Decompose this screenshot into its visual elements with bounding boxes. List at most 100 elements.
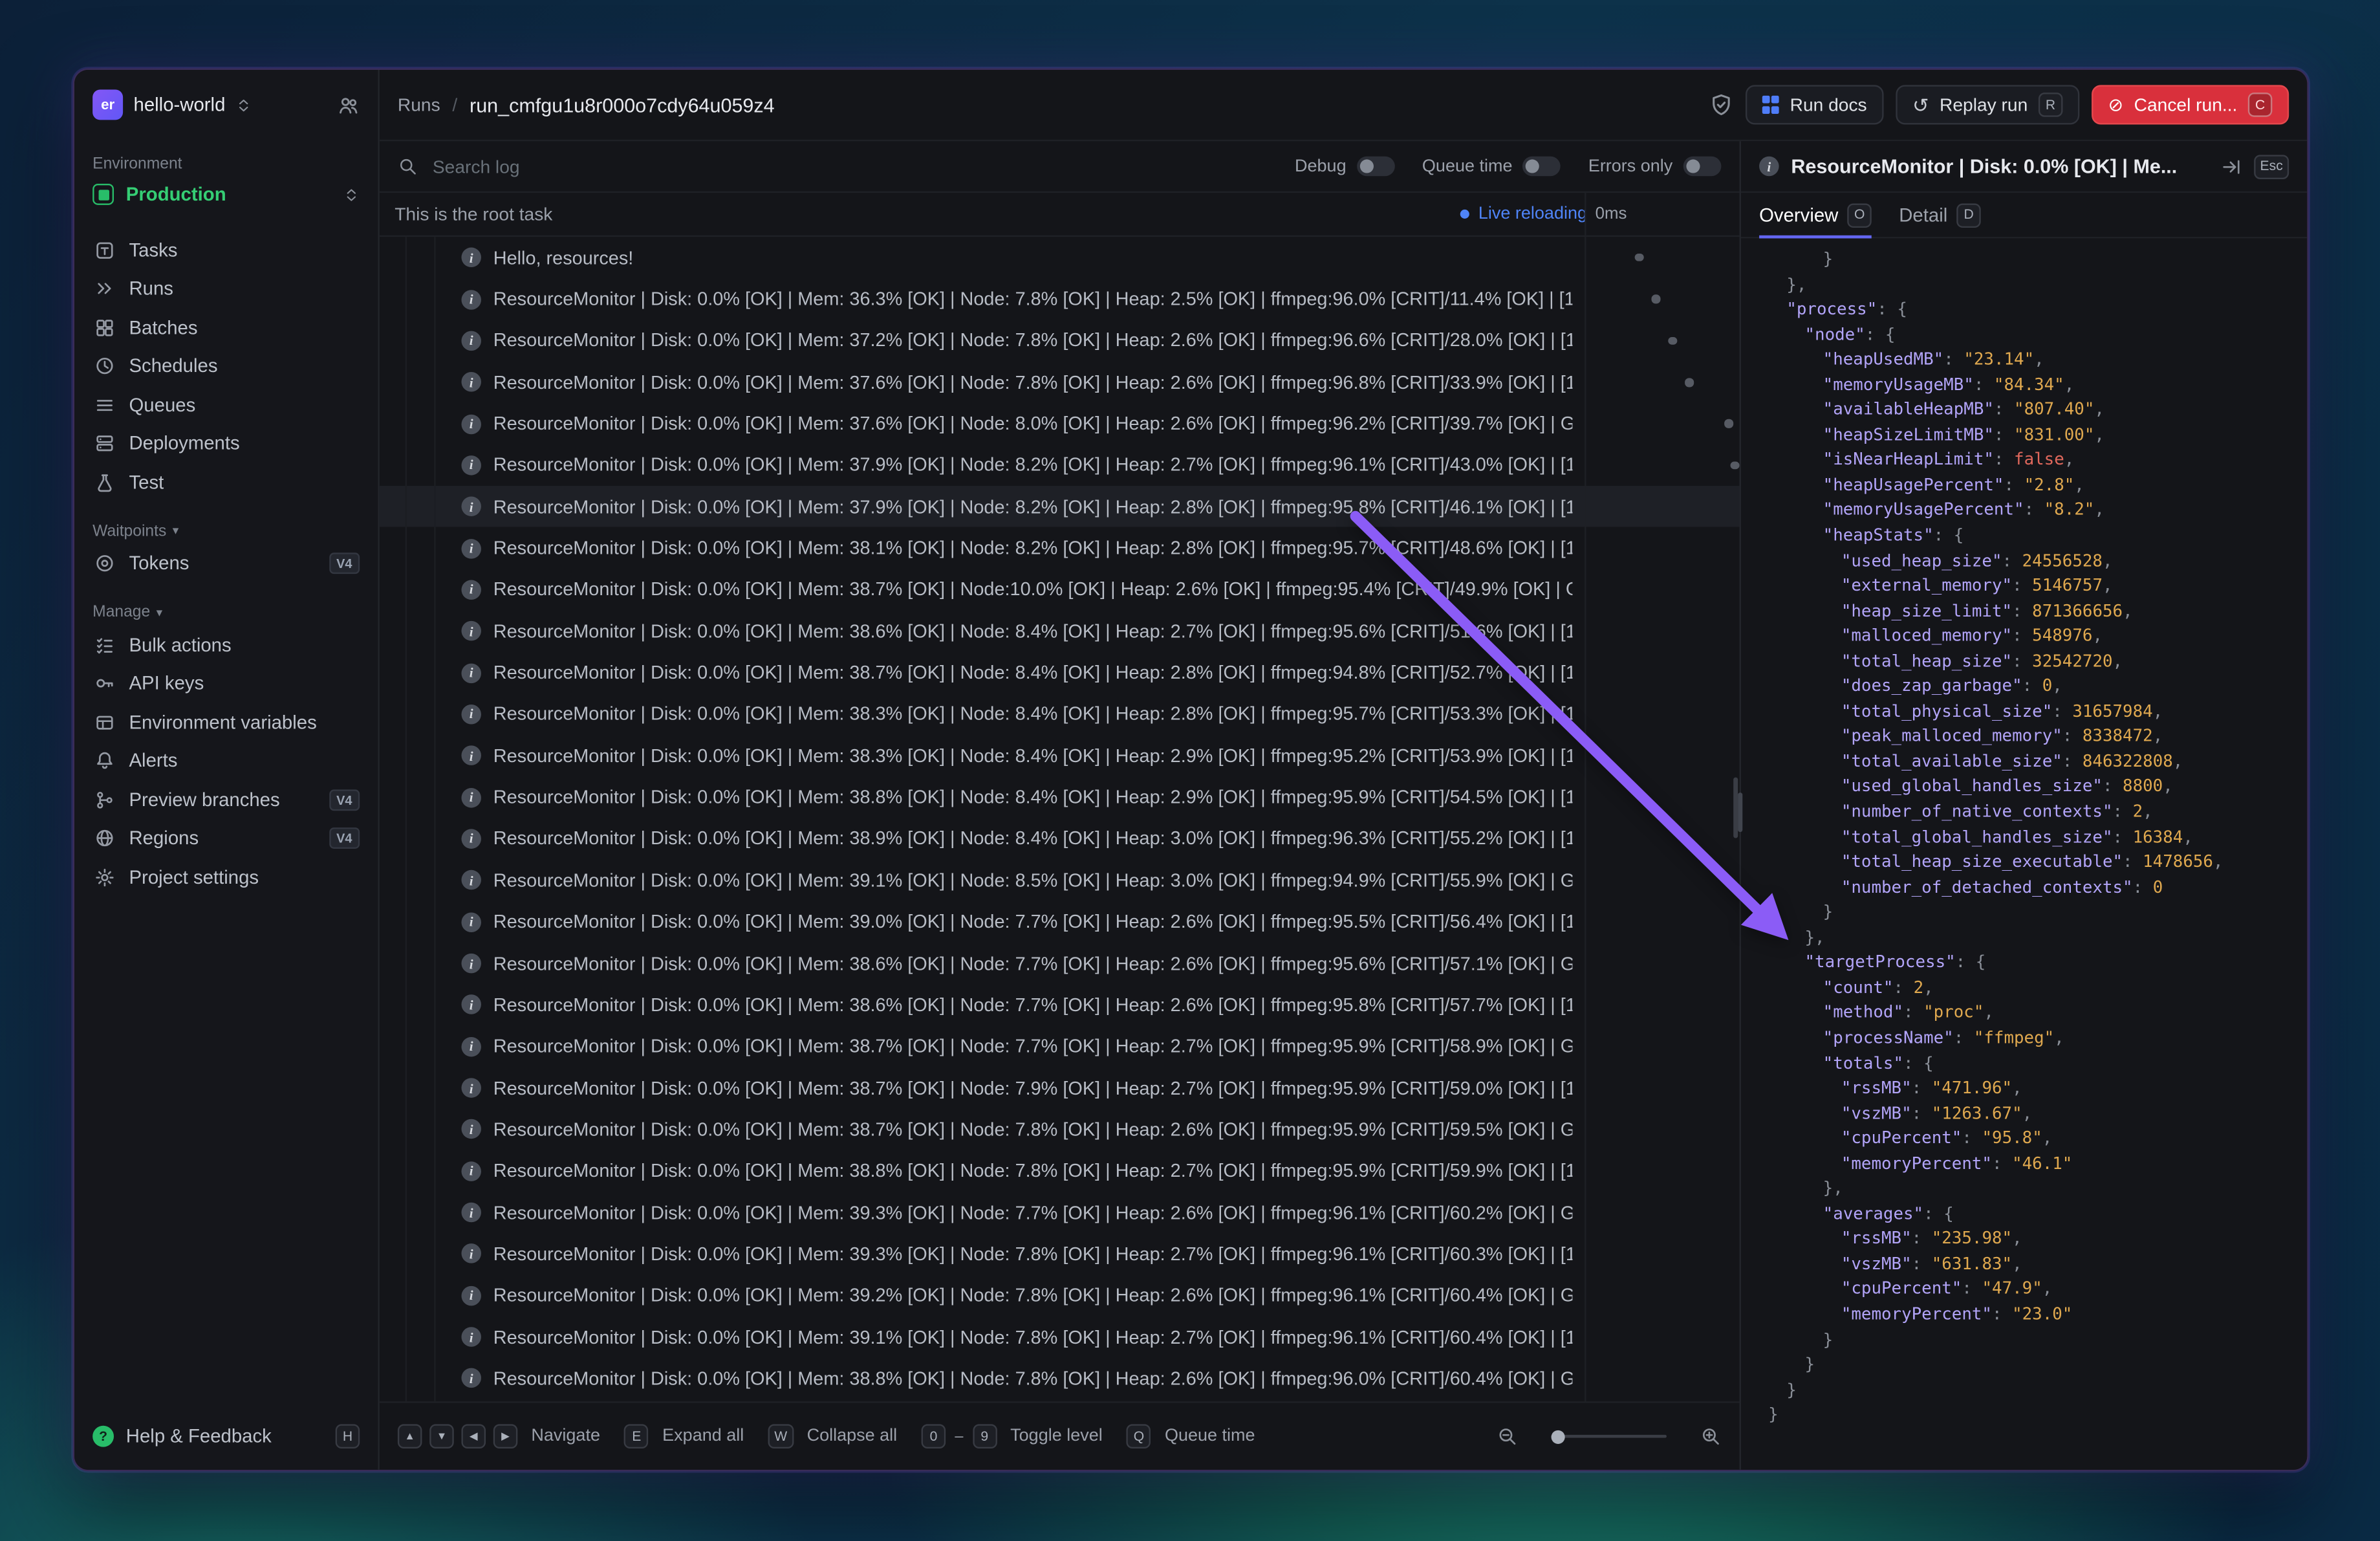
json-punct: , <box>2173 752 2183 772</box>
json-key: "used_global_handles_size" <box>1841 776 2103 796</box>
toolbar-shortcut-toggle-level[interactable]: 0–9Toggle level <box>922 1424 1103 1448</box>
log-row[interactable]: iResourceMonitor | Disk: 0.0% [OK] | Mem… <box>380 1233 1740 1274</box>
keycap-esc[interactable]: Esc <box>2254 154 2289 179</box>
log-row[interactable]: iResourceMonitor | Disk: 0.0% [OK] | Mem… <box>380 860 1740 901</box>
goto-detail-icon[interactable] <box>2221 156 2242 177</box>
docs-grid-icon <box>1762 96 1779 113</box>
log-row[interactable]: iResourceMonitor | Disk: 0.0% [OK] | Mem… <box>380 527 1740 569</box>
sidebar-item-schedules[interactable]: Schedules <box>74 347 378 386</box>
timeline-dot <box>1668 336 1676 345</box>
log-row[interactable]: iResourceMonitor | Disk: 0.0% [OK] | Mem… <box>380 362 1740 403</box>
json-colon: : <box>1923 1204 1943 1224</box>
panel-resize-handle[interactable] <box>1738 792 1742 832</box>
zoom-slider-knob[interactable] <box>1552 1430 1565 1443</box>
help-feedback[interactable]: ? Help & Feedback H <box>74 1403 378 1470</box>
live-reloading-indicator[interactable]: Live reloading <box>1460 205 1587 223</box>
log-row[interactable]: iResourceMonitor | Disk: 0.0% [OK] | Mem… <box>380 1025 1740 1067</box>
log-row[interactable]: iResourceMonitor | Disk: 0.0% [OK] | Mem… <box>380 735 1740 776</box>
sidebar-item-queues[interactable]: Queues <box>74 386 378 424</box>
toggle-switch[interactable] <box>1357 157 1395 177</box>
log-row[interactable]: iResourceMonitor | Disk: 0.0% [OK] | Mem… <box>380 984 1740 1025</box>
log-row[interactable]: iResourceMonitor | Disk: 0.0% [OK] | Mem… <box>380 1150 1740 1192</box>
environment-selector[interactable]: Production <box>74 176 378 212</box>
sidebar-item-tasks[interactable]: Tasks <box>74 231 378 270</box>
toggle-queue-time[interactable]: Queue time <box>1422 157 1561 177</box>
keycap-detail: D <box>1956 202 1981 227</box>
tab-overview[interactable]: Overview O <box>1759 193 1872 237</box>
log-row[interactable]: iResourceMonitor | Disk: 0.0% [OK] | Mem… <box>380 1192 1740 1233</box>
log-row[interactable]: iResourceMonitor | Disk: 0.0% [OK] | Mem… <box>380 901 1740 943</box>
manage-section-header[interactable]: Manage ▾ <box>92 603 360 621</box>
sidebar-item-environment-variables[interactable]: Environment variables <box>74 703 378 742</box>
log-row[interactable]: iResourceMonitor | Disk: 0.0% [OK] | Mem… <box>380 569 1740 611</box>
replay-run-button[interactable]: ↺ Replay run R <box>1896 85 2079 124</box>
json-key: "heap_size_limit" <box>1841 601 2012 621</box>
json-colon: : <box>1903 1053 1923 1073</box>
log-row[interactable]: iResourceMonitor | Disk: 0.0% [OK] | Mem… <box>380 403 1740 444</box>
info-icon: i <box>1759 157 1779 177</box>
run-docs-button[interactable]: Run docs <box>1745 85 1883 124</box>
json-viewer[interactable]: }},"process": {"node": {"heapUsedMB": "2… <box>1741 238 2307 1469</box>
log-row[interactable]: iResourceMonitor | Disk: 0.0% [OK] | Mem… <box>380 818 1740 860</box>
sidebar-item-regions[interactable]: RegionsV4 <box>74 819 378 858</box>
log-row[interactable]: iResourceMonitor | Disk: 0.0% [OK] | Mem… <box>380 1317 1740 1358</box>
log-row[interactable]: iResourceMonitor | Disk: 0.0% [OK] | Mem… <box>380 776 1740 818</box>
log-row[interactable]: iResourceMonitor | Disk: 0.0% [OK] | Mem… <box>380 278 1740 320</box>
toolbar-shortcut-collapse-all[interactable]: WCollapse all <box>768 1424 897 1448</box>
toggle-debug[interactable]: Debug <box>1295 157 1395 177</box>
zoom-slider[interactable] <box>1552 1435 1667 1438</box>
project-switcher[interactable]: er hello-world <box>74 70 378 140</box>
log-row[interactable]: iResourceMonitor | Disk: 0.0% [OK] | Mem… <box>380 320 1740 361</box>
sidebar-item-tokens[interactable]: TokensV4 <box>74 544 378 583</box>
json-key: "count" <box>1823 978 1894 998</box>
sidebar-item-runs[interactable]: Runs <box>74 270 378 309</box>
log-row[interactable]: iResourceMonitor | Disk: 0.0% [OK] | Mem… <box>380 486 1740 527</box>
sidebar-item-api-keys[interactable]: API keys <box>74 664 378 703</box>
sidebar-item-label: Batches <box>129 317 197 338</box>
sidebar-item-batches[interactable]: Batches <box>74 308 378 347</box>
json-line: }, <box>1768 272 2307 298</box>
json-line: }, <box>1768 1177 2307 1202</box>
log-row[interactable]: iHello, resources! <box>380 237 1740 278</box>
toolbar-shortcut-queue-time[interactable]: QQueue time <box>1127 1424 1255 1448</box>
json-colon: : <box>2012 601 2032 621</box>
json-key: "memoryUsageMB" <box>1823 375 1974 395</box>
search-input[interactable] <box>429 154 830 179</box>
log-row[interactable]: iResourceMonitor | Disk: 0.0% [OK] | Mem… <box>380 694 1740 735</box>
sidebar-item-test[interactable]: Test <box>74 463 378 502</box>
root-task-label[interactable]: This is the root task <box>395 203 552 224</box>
cancel-run-button[interactable]: ⊘ Cancel run... C <box>2092 85 2289 124</box>
zoom-in-icon[interactable] <box>1700 1426 1722 1447</box>
json-line: "memoryUsagePercent": "8.2", <box>1768 499 2307 524</box>
log-row[interactable]: iResourceMonitor | Disk: 0.0% [OK] | Mem… <box>380 1067 1740 1109</box>
log-row[interactable]: iResourceMonitor | Disk: 0.0% [OK] | Mem… <box>380 444 1740 486</box>
sidebar-item-alerts[interactable]: Alerts <box>74 741 378 780</box>
tokens-icon <box>92 552 115 575</box>
toolbar-shortcut-navigate[interactable]: ▲▼◀▶Navigate <box>398 1424 600 1448</box>
log-row[interactable]: iResourceMonitor | Disk: 0.0% [OK] | Mem… <box>380 611 1740 652</box>
info-icon: i <box>461 1369 481 1389</box>
toolbar-shortcut-expand-all[interactable]: EExpand all <box>625 1424 744 1448</box>
log-row[interactable]: iResourceMonitor | Disk: 0.0% [OK] | Mem… <box>380 1358 1740 1399</box>
waitpoints-section-header[interactable]: Waitpoints ▾ <box>92 521 360 540</box>
log-row[interactable]: iResourceMonitor | Disk: 0.0% [OK] | Mem… <box>380 943 1740 984</box>
sidebar-item-project-settings[interactable]: Project settings <box>74 858 378 897</box>
json-line: "cpuPercent": "95.8", <box>1768 1127 2307 1152</box>
log-row-text: ResourceMonitor | Disk: 0.0% [OK] | Mem:… <box>493 1161 1573 1182</box>
log-row[interactable]: iResourceMonitor | Disk: 0.0% [OK] | Mem… <box>380 1109 1740 1150</box>
sidebar-item-preview-branches[interactable]: Preview branchesV4 <box>74 780 378 819</box>
toggle-switch[interactable] <box>1683 157 1722 177</box>
zoom-out-icon[interactable] <box>1497 1426 1518 1447</box>
people-icon[interactable] <box>337 93 360 116</box>
json-key: "processName" <box>1823 1028 1954 1048</box>
toggle-errors-only[interactable]: Errors only <box>1588 157 1722 177</box>
sidebar-item-deployments[interactable]: Deployments <box>74 424 378 463</box>
log-scrollbar[interactable] <box>1733 778 1738 838</box>
log-row[interactable]: iResourceMonitor | Disk: 0.0% [OK] | Mem… <box>380 652 1740 694</box>
toggle-switch[interactable] <box>1523 157 1561 177</box>
breadcrumb-runs[interactable]: Runs <box>398 94 440 116</box>
json-value: "ffmpeg" <box>1974 1028 2054 1048</box>
sidebar-item-bulk-actions[interactable]: Bulk actions <box>74 626 378 664</box>
log-row[interactable]: iResourceMonitor | Disk: 0.0% [OK] | Mem… <box>380 1274 1740 1316</box>
tab-detail[interactable]: Detail D <box>1899 193 1981 237</box>
